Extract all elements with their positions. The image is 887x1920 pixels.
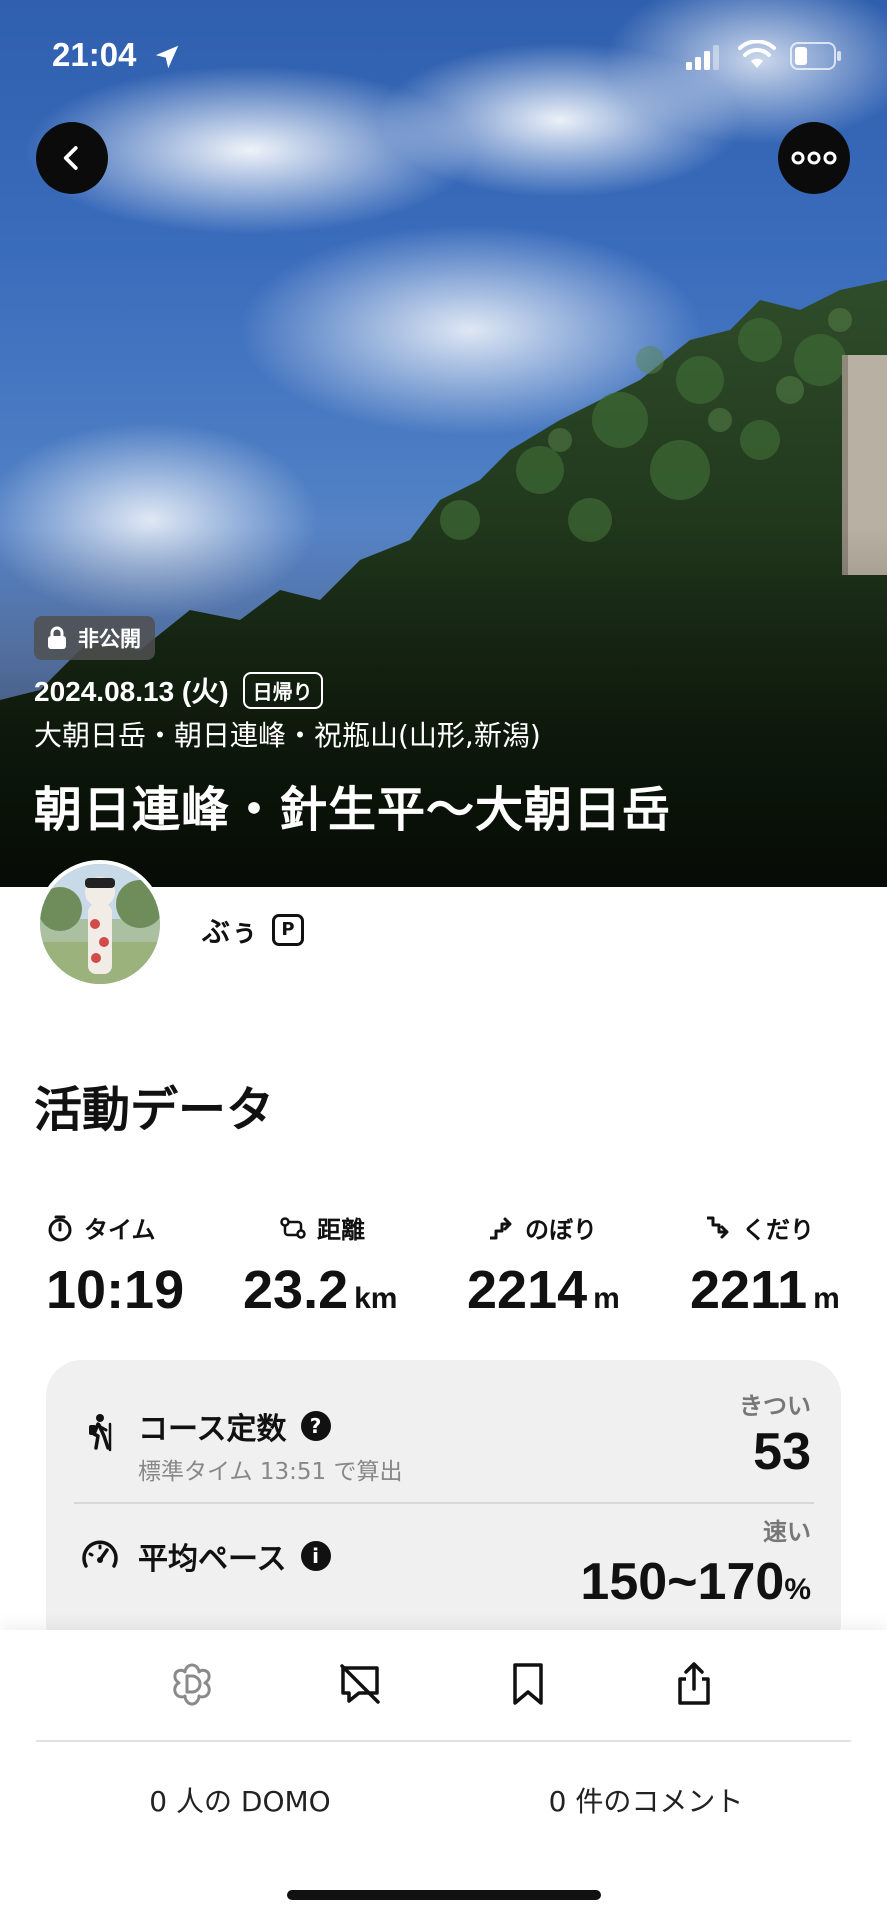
status-bar: 21:04: [0, 0, 887, 110]
action-divider: [36, 1740, 851, 1742]
average-pace-value: 150~170%: [580, 1552, 811, 1612]
activity-title: 朝日連峰・針生平〜大朝日岳: [34, 782, 672, 838]
help-icon[interactable]: ?: [300, 1411, 331, 1441]
mountain-names[interactable]: 大朝日岳・朝日連峰・祝瓶山(山形,新潟): [34, 714, 541, 754]
cover-photo: 21:04 非公開 2024.08.13 (火) 日帰り 大朝日岳・朝日連峰・祝…: [0, 0, 887, 887]
section-title-activity-data: 活動データ: [34, 1082, 275, 1138]
stat-label: のぼり: [525, 1216, 597, 1244]
course-constant-row[interactable]: コース定数 ? 標準タイム 13:51 で算出 きつい 53: [46, 1360, 841, 1502]
more-options-button[interactable]: [778, 122, 850, 194]
stat-unit: m: [593, 1282, 620, 1315]
speedometer-icon: [82, 1540, 118, 1568]
course-constant-value: 53: [753, 1423, 811, 1481]
signal-icon: [686, 45, 719, 70]
comment-count-link[interactable]: 0 件のコメント: [496, 1780, 796, 1820]
location-arrow-icon: [155, 45, 179, 69]
hiker-icon: [89, 1414, 112, 1452]
course-info-card: コース定数 ? 標準タイム 13:51 で算出 きつい 53 平均ペース i 速…: [46, 1360, 841, 1660]
day-trip-badge: 日帰り: [242, 671, 323, 709]
stat-label: タイム: [84, 1216, 156, 1244]
stat-value: 2214: [467, 1260, 588, 1320]
stopwatch-icon: [48, 1215, 72, 1241]
course-level: きつい: [739, 1392, 811, 1420]
info-icon[interactable]: i: [300, 1541, 331, 1571]
share-button[interactable]: [668, 1658, 720, 1710]
stat-unit: m: [813, 1282, 840, 1315]
comment-off-icon: [340, 1664, 380, 1704]
bookmark-button[interactable]: [502, 1658, 554, 1710]
standard-time-note: 標準タイム 13:51 で算出: [138, 1459, 403, 1485]
bookmark-icon: [513, 1663, 543, 1705]
activity-date: 2024.08.13 (火): [34, 676, 229, 707]
status-time: 21:04: [52, 36, 137, 73]
route-icon: [280, 1216, 306, 1239]
private-label: 非公開: [78, 627, 141, 651]
battery-icon: [790, 42, 841, 70]
average-pace-title: 平均ペース: [138, 1542, 287, 1577]
stat-ascent: のぼり 2214 m: [467, 1210, 687, 1321]
stat-time: タイム 10:19: [46, 1210, 266, 1321]
descent-icon: [707, 1216, 729, 1238]
stat-distance: 距離 23.2 km: [243, 1210, 463, 1321]
course-constant-title: コース定数: [138, 1412, 287, 1447]
stat-value: 2211: [690, 1260, 808, 1320]
stat-label: 距離: [317, 1216, 365, 1244]
wifi-icon: [738, 40, 776, 68]
stat-unit: km: [354, 1282, 398, 1315]
user-name-row[interactable]: ぶぅ P: [202, 910, 305, 950]
domo-button[interactable]: [166, 1658, 218, 1710]
ellipsis-icon: [791, 151, 837, 165]
stat-value: 23.2: [243, 1260, 349, 1320]
private-badge: 非公開: [34, 616, 155, 660]
home-indicator: [287, 1890, 601, 1900]
ascent-icon: [490, 1217, 512, 1239]
user-name: ぶぅ: [202, 915, 259, 948]
back-button[interactable]: [36, 122, 108, 194]
pace-level: 速い: [763, 1518, 811, 1546]
stat-descent: くだり 2211 m: [690, 1210, 887, 1321]
pace-unit: %: [784, 1573, 811, 1606]
stat-value: 10:19: [46, 1260, 185, 1320]
comment-button[interactable]: [334, 1658, 386, 1710]
domo-count-link[interactable]: 0 人の DOMO: [90, 1780, 390, 1820]
premium-badge: P: [272, 914, 305, 946]
stat-label: くだり: [742, 1216, 814, 1244]
avatar-image: [40, 864, 160, 984]
chevron-left-icon: [63, 146, 78, 170]
bottom-action-panel: 0 人の DOMO 0 件のコメント: [0, 1630, 887, 1920]
domo-flower-icon: [173, 1663, 211, 1706]
date-row: 2024.08.13 (火) 日帰り: [34, 670, 323, 710]
pace-range: 150~170: [580, 1553, 785, 1611]
lock-icon: [48, 626, 66, 649]
share-icon: [678, 1662, 710, 1705]
avatar[interactable]: [36, 860, 164, 988]
